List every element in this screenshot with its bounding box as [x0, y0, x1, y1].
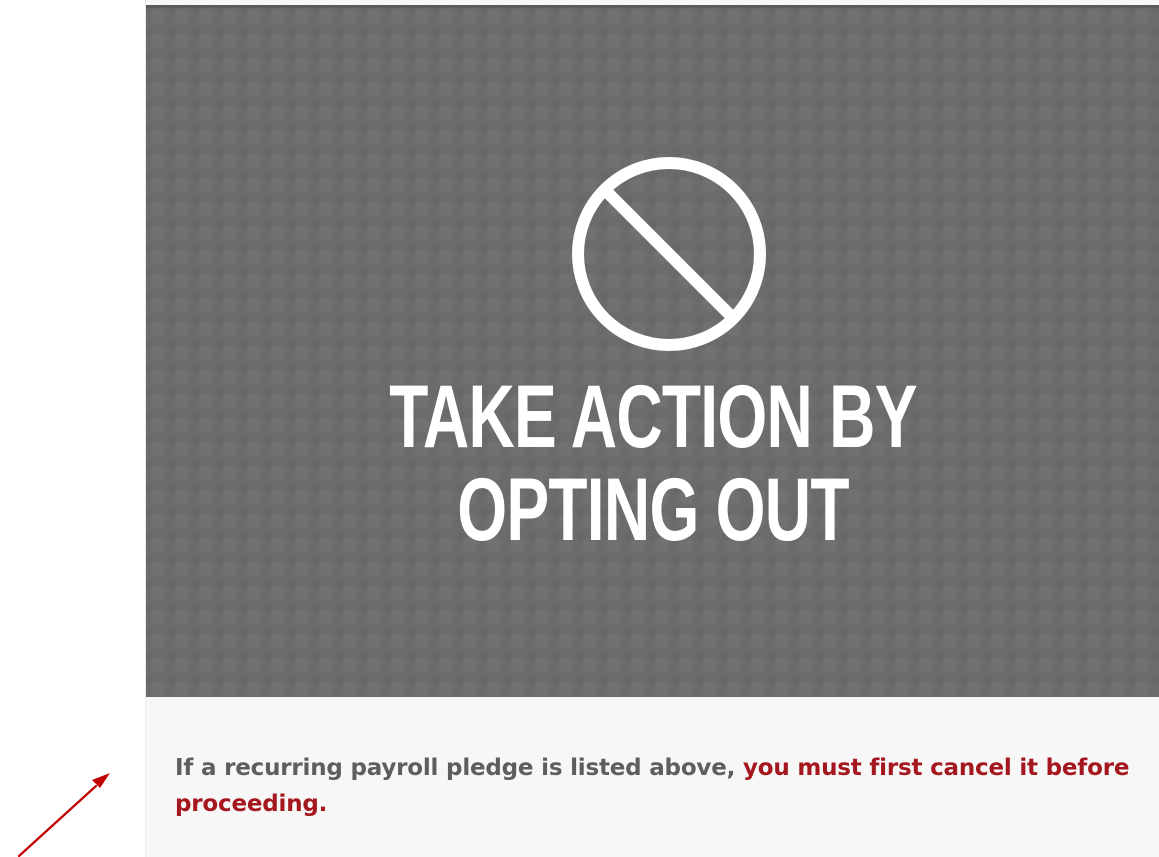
page: TAKE ACTION BY OPTING OUT If a recurring… — [0, 0, 1159, 857]
banner-title-line-1: TAKE ACTION BY — [389, 366, 917, 466]
notice-lead-text: If a recurring payroll pledge is listed … — [175, 755, 743, 781]
payroll-pledge-notice: If a recurring payroll pledge is listed … — [175, 750, 1135, 822]
opt-out-banner: TAKE ACTION BY OPTING OUT — [146, 5, 1159, 697]
banner-title: TAKE ACTION BY OPTING OUT — [288, 370, 1018, 556]
annotation-arrow-icon — [17, 773, 110, 857]
opt-out-card: TAKE ACTION BY OPTING OUT If a recurring… — [145, 0, 1159, 857]
banner-title-line-2: OPTING OUT — [457, 459, 849, 559]
prohibited-icon — [572, 157, 766, 351]
